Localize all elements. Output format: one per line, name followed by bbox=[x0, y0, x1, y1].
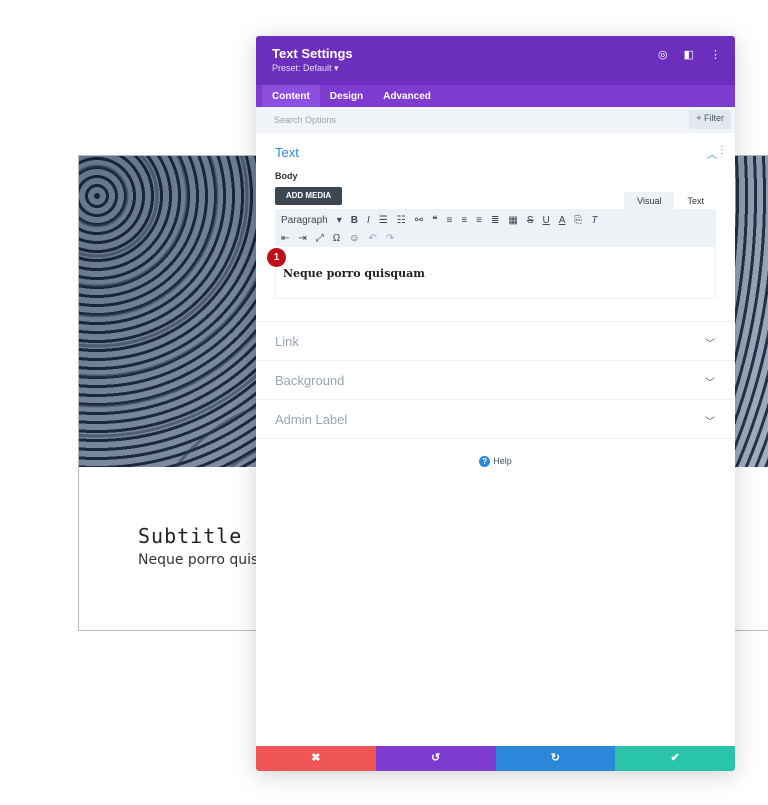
panel-header: Text Settings Preset: Default ▾ ◎ ◧ ⋮ bbox=[256, 36, 735, 85]
more-icon[interactable]: ⋮ bbox=[710, 48, 721, 61]
add-media-button[interactable]: ADD MEDIA bbox=[275, 187, 342, 205]
bold-icon[interactable]: B bbox=[351, 215, 358, 226]
chevron-up-icon[interactable]: ︿ bbox=[707, 146, 717, 161]
text-tab[interactable]: Text bbox=[674, 192, 717, 210]
save-button[interactable]: ✔ bbox=[615, 746, 735, 771]
background-body-text: Neque porro quisc bbox=[138, 552, 266, 568]
panel-footer: ✖ ↺ ↻ ✔ bbox=[256, 746, 735, 771]
editor-area[interactable]: Neque porro quisquam bbox=[275, 247, 716, 299]
align-center-icon[interactable]: ≡ bbox=[461, 215, 467, 226]
omega-icon[interactable]: Ω bbox=[333, 233, 340, 244]
chevron-down-icon[interactable]: ﹀ bbox=[705, 374, 715, 389]
italic-icon[interactable]: I bbox=[367, 215, 370, 226]
section-menu-icon[interactable]: ⋮ bbox=[717, 145, 727, 156]
clear-format-icon[interactable]: T bbox=[591, 215, 597, 226]
fullscreen-icon[interactable]: ⤢ bbox=[316, 233, 324, 244]
cancel-button[interactable]: ✖ bbox=[256, 746, 376, 771]
help-icon: ? bbox=[479, 456, 491, 467]
link-section-title[interactable]: Link bbox=[275, 334, 299, 349]
chevron-down-icon[interactable]: ▾ bbox=[337, 215, 342, 226]
tab-advanced[interactable]: Advanced bbox=[373, 85, 441, 107]
step-badge: 1 bbox=[267, 248, 286, 267]
redo-button[interactable]: ↻ bbox=[495, 746, 616, 771]
undo-button[interactable]: ↺ bbox=[375, 746, 496, 771]
editor-toolbar: Paragraph ▾ B I ☰ ☷ ⚯ ❝ ≡ ≡ ≡ ≣ ▦ S U A bbox=[275, 209, 716, 247]
undo-icon[interactable]: ↶ bbox=[368, 233, 376, 244]
text-section: Text ︿ ⋮ Body ADD MEDIA Visual Text Para… bbox=[256, 133, 735, 322]
text-color-icon[interactable]: A bbox=[559, 215, 566, 226]
background-section[interactable]: Background ﹀ bbox=[256, 361, 735, 400]
align-right-icon[interactable]: ≡ bbox=[476, 215, 482, 226]
paste-icon[interactable]: ⎘ bbox=[574, 215, 582, 226]
help-link[interactable]: ? Help bbox=[256, 456, 735, 467]
body-label: Body bbox=[275, 171, 298, 181]
justify-icon[interactable]: ≣ bbox=[491, 215, 499, 226]
panel-tabs: Content Design Advanced bbox=[256, 85, 735, 107]
chevron-down-icon[interactable]: ﹀ bbox=[705, 335, 715, 350]
editor-content[interactable]: Neque porro quisquam bbox=[283, 267, 425, 280]
paragraph-select[interactable]: Paragraph bbox=[281, 215, 328, 226]
numbered-list-icon[interactable]: ☷ bbox=[397, 215, 406, 226]
emoji-icon[interactable]: ☺ bbox=[349, 233, 359, 244]
chevron-down-icon[interactable]: ﹀ bbox=[705, 413, 715, 428]
search-input[interactable]: Search Options bbox=[274, 115, 336, 125]
background-subtitle: Subtitle bbox=[138, 524, 243, 548]
visual-tab[interactable]: Visual bbox=[624, 192, 675, 210]
columns-icon[interactable]: ◧ bbox=[684, 48, 694, 61]
tab-content[interactable]: Content bbox=[262, 85, 320, 107]
text-settings-panel: Text Settings Preset: Default ▾ ◎ ◧ ⋮ Co… bbox=[256, 36, 735, 771]
panel-title: Text Settings bbox=[272, 46, 353, 61]
text-section-title[interactable]: Text bbox=[275, 145, 299, 160]
background-section-title[interactable]: Background bbox=[275, 373, 344, 388]
quote-icon[interactable]: ❝ bbox=[432, 215, 437, 226]
search-bar: Search Options + Filter bbox=[256, 107, 735, 133]
filter-button[interactable]: + Filter bbox=[689, 110, 731, 129]
tab-design[interactable]: Design bbox=[320, 85, 373, 107]
admin-label-section[interactable]: Admin Label ﹀ bbox=[256, 400, 735, 439]
outdent-icon[interactable]: ⇤ bbox=[281, 233, 289, 244]
align-left-icon[interactable]: ≡ bbox=[446, 215, 452, 226]
link-section[interactable]: Link ﹀ bbox=[256, 322, 735, 361]
help-label: Help bbox=[493, 456, 512, 466]
underline-icon[interactable]: U bbox=[543, 215, 550, 226]
target-icon[interactable]: ◎ bbox=[658, 48, 668, 61]
redo-icon[interactable]: ↷ bbox=[386, 233, 394, 244]
link-icon[interactable]: ⚯ bbox=[415, 215, 423, 226]
table-icon[interactable]: ▦ bbox=[508, 215, 517, 226]
preset-selector[interactable]: Preset: Default ▾ bbox=[272, 63, 719, 74]
indent-icon[interactable]: ⇥ bbox=[298, 233, 306, 244]
bullet-list-icon[interactable]: ☰ bbox=[379, 215, 388, 226]
admin-label-section-title[interactable]: Admin Label bbox=[275, 412, 347, 427]
strikethrough-icon[interactable]: S bbox=[527, 215, 534, 226]
